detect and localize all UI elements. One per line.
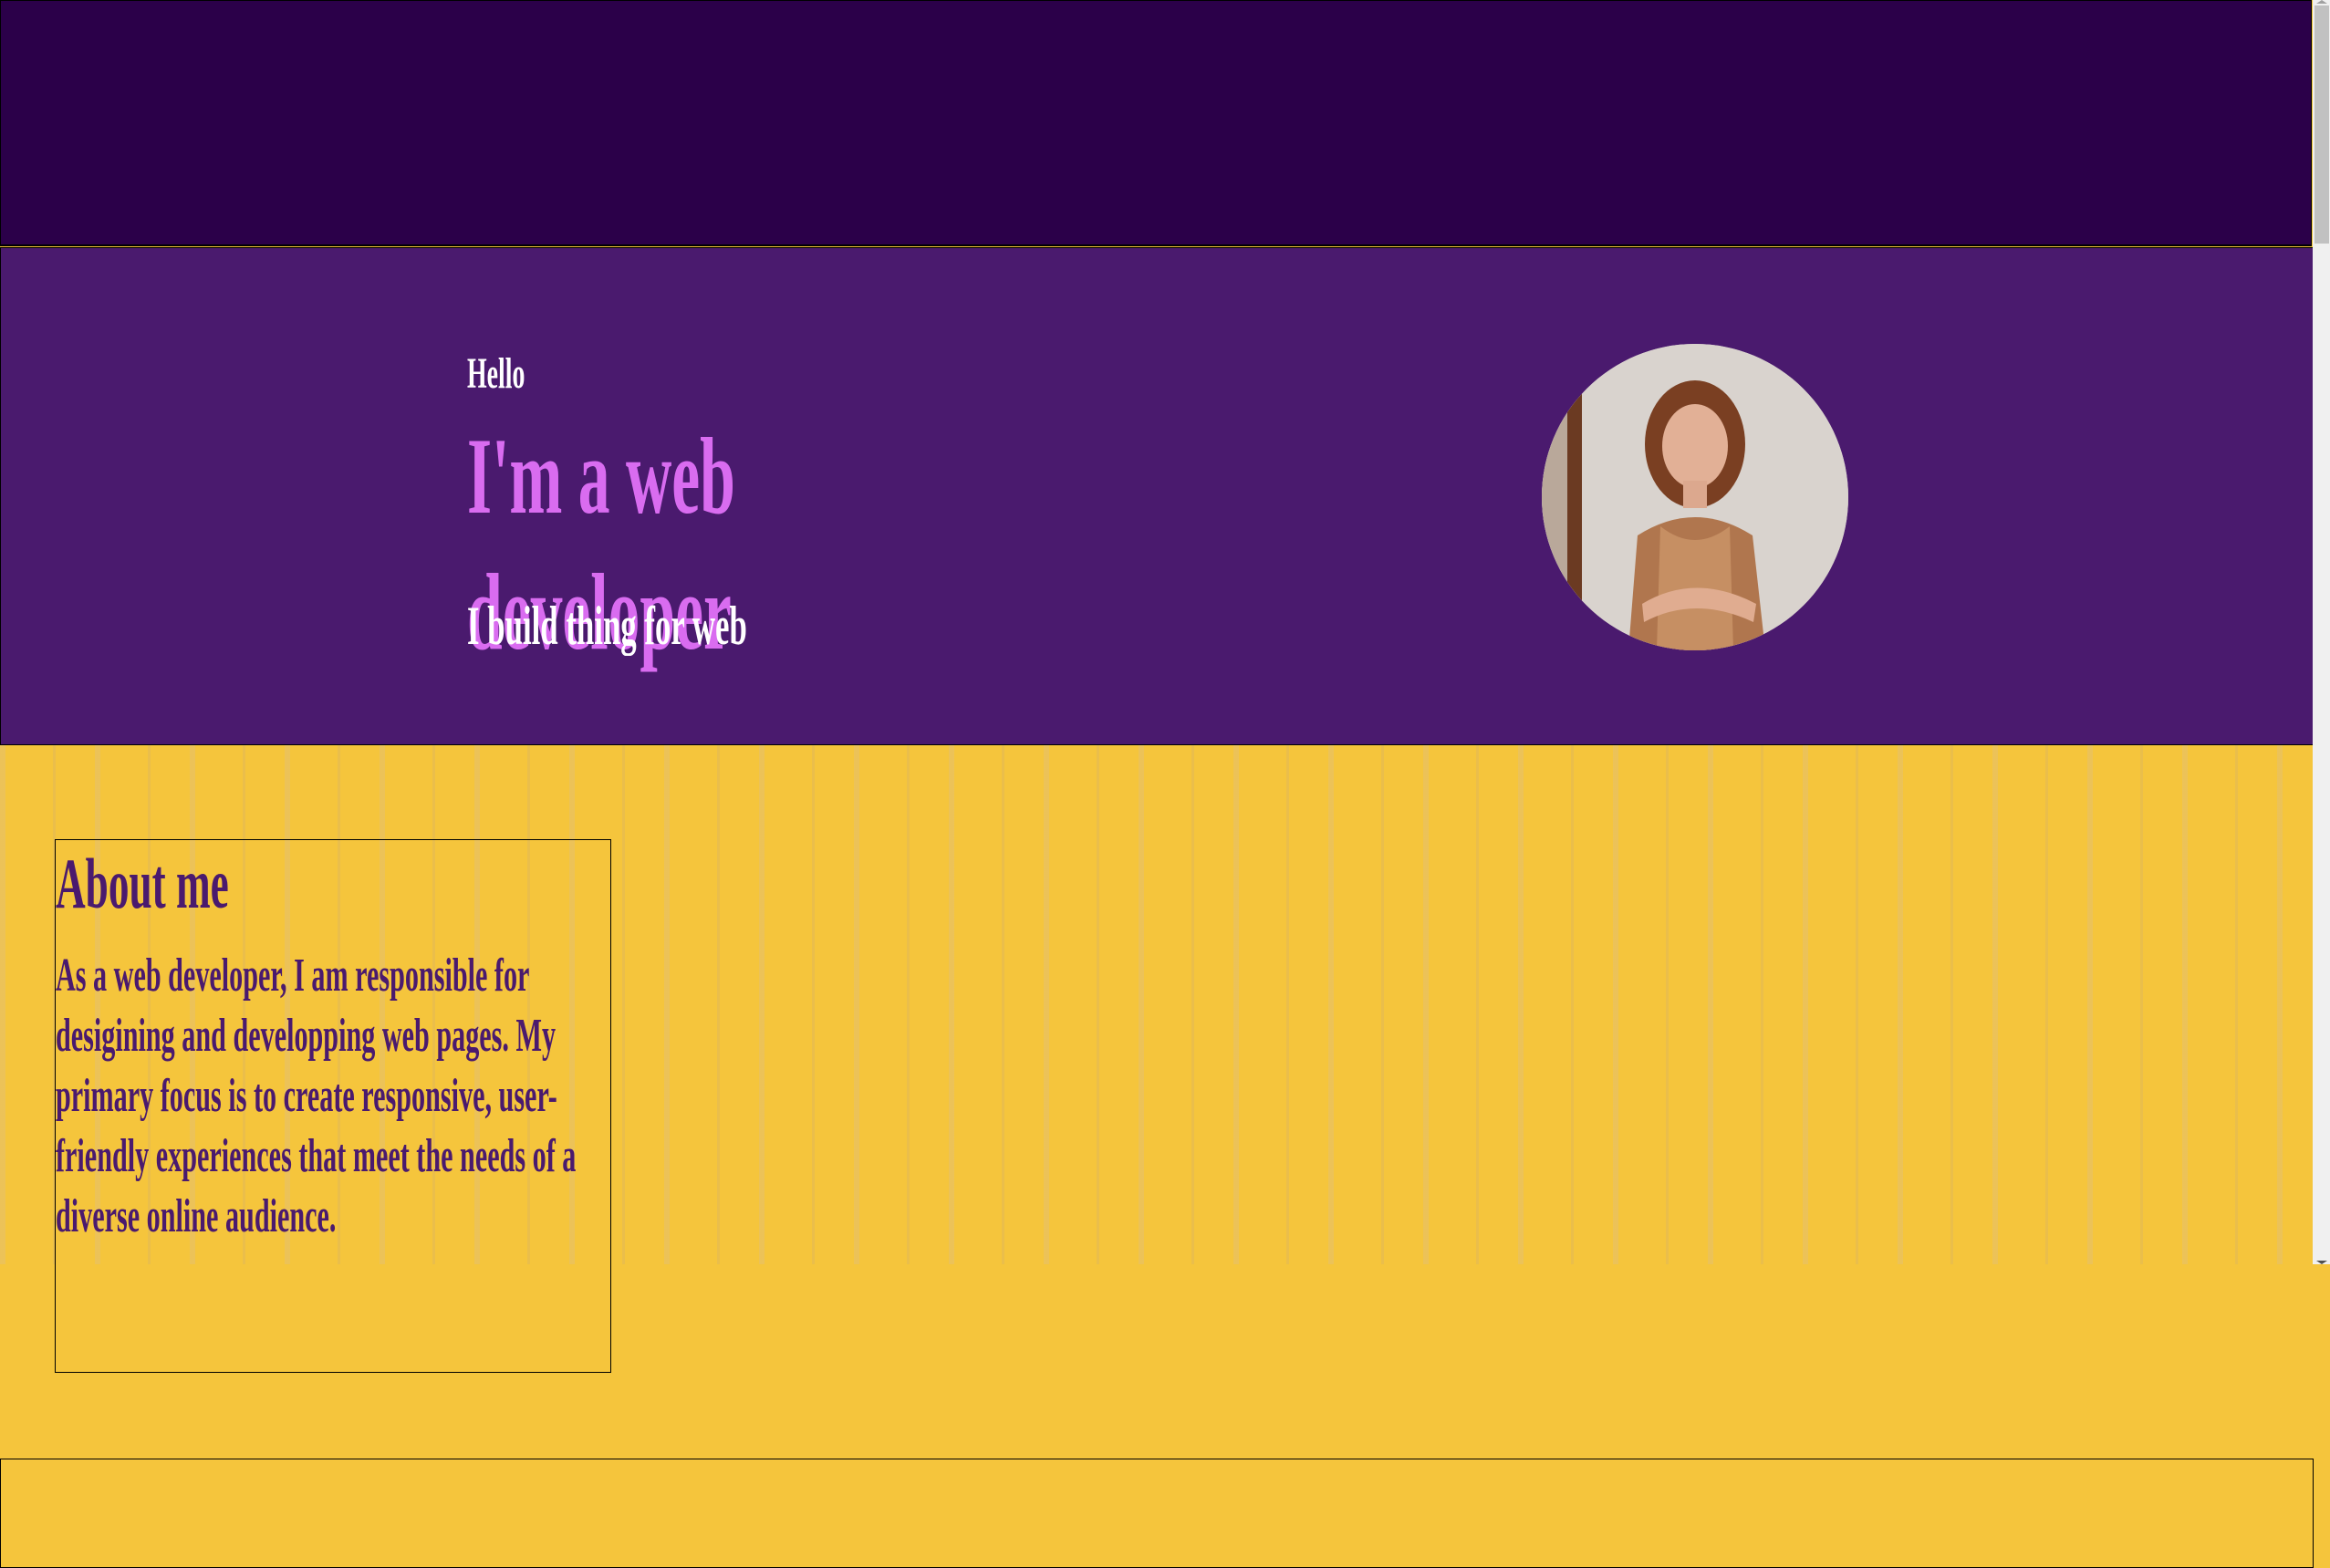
scroll-up-arrow-icon[interactable] — [2316, 0, 2327, 4]
about-text: As a web developer, I am responsible for… — [56, 950, 577, 1242]
hero-subtitle: I build thing for web — [467, 596, 747, 656]
top-header — [0, 0, 2312, 246]
about-card: About me As a web developer, I am respon… — [55, 839, 611, 1373]
hero-section: Hello I'm a web developer I build thing … — [0, 247, 2314, 745]
vertical-scrollbar[interactable] — [2313, 0, 2330, 1264]
about-heading: About me — [56, 844, 229, 923]
next-section — [0, 1459, 2314, 1568]
scrollbar-thumb[interactable] — [2314, 5, 2329, 244]
hero-greeting: Hello — [467, 349, 525, 398]
profile-photo — [1542, 344, 1848, 650]
scroll-down-arrow-icon[interactable] — [2316, 1261, 2327, 1264]
about-section: About me As a web developer, I am respon… — [0, 745, 2314, 1568]
